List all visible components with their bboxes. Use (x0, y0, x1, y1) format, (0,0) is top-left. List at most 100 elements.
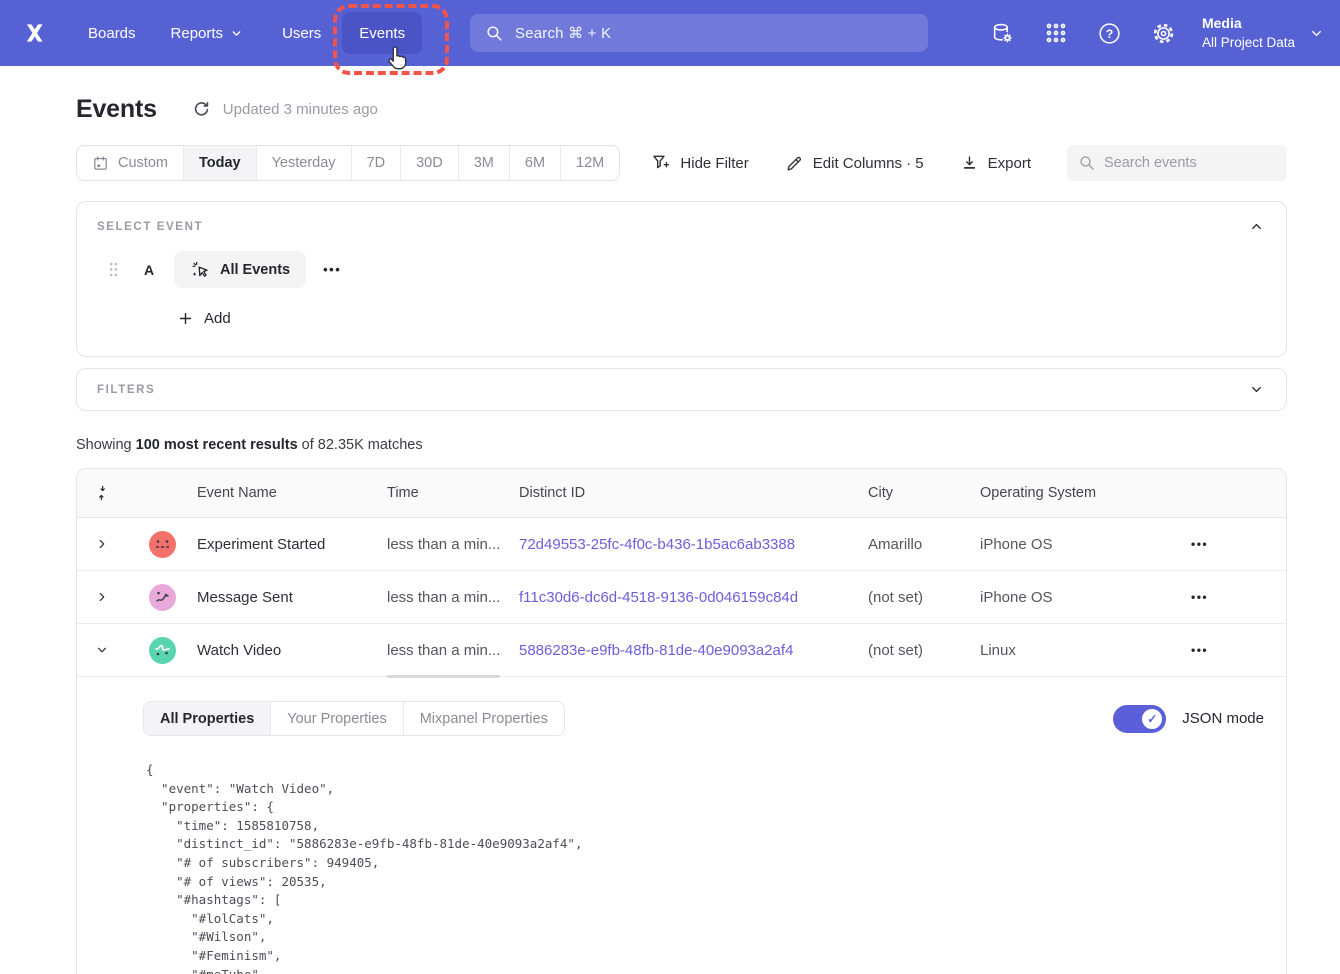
cell-time: less than a min... (387, 642, 519, 659)
event-properties-panel: All Properties Your Properties Mixpanel … (77, 677, 1286, 974)
mixpanel-logo-icon[interactable] (22, 20, 48, 46)
table-header-row: Event Name Time Distinct ID City Operati… (77, 469, 1286, 518)
row-more-icon[interactable]: ••• (1187, 537, 1286, 551)
select-event-card: SELECT EVENT A All Events (76, 201, 1287, 357)
collapse-chevron-up-icon[interactable] (1249, 219, 1264, 234)
search-events-wrap (1067, 145, 1287, 181)
cell-os: Linux (980, 642, 1187, 659)
date-range-12m[interactable]: 12M (561, 146, 619, 180)
search-icon (1078, 154, 1096, 172)
tab-your-properties[interactable]: Your Properties (271, 702, 403, 735)
search-events-input[interactable] (1067, 145, 1287, 181)
title-row: Events Updated 3 minutes ago (76, 95, 1287, 124)
date-range-custom[interactable]: Custom (77, 146, 184, 180)
col-header-distinct-id[interactable]: Distinct ID (519, 485, 868, 501)
row-more-icon[interactable]: ••• (1187, 590, 1286, 604)
global-search-bar[interactable]: Search ⌘ + K (470, 14, 928, 52)
cell-distinct-id-link[interactable]: 72d49553-25fc-4f0c-b436-1b5ac6ab3388 (519, 536, 868, 553)
page-title: Events (76, 95, 157, 124)
nav-item-events-wrap: Events (342, 12, 422, 54)
results-summary-count: 100 most recent results (136, 437, 298, 453)
event-avatar (149, 531, 176, 558)
event-json-view[interactable]: { "event": "Watch Video", "properties": … (143, 761, 1264, 974)
results-summary-suffix: of 82.35K matches (298, 437, 423, 453)
settings-gear-icon[interactable] (1151, 21, 1176, 46)
export-label: Export (988, 155, 1031, 172)
sort-icon[interactable] (77, 484, 127, 502)
toggle-check-icon: ✓ (1141, 708, 1163, 730)
cell-city: (not set) (868, 642, 980, 659)
event-avatar (149, 637, 176, 664)
date-range-30d[interactable]: 30D (401, 146, 459, 180)
table-row: Experiment Started less than a min... 72… (77, 518, 1286, 571)
hide-filter-label: Hide Filter (680, 155, 748, 172)
tab-mixpanel-properties[interactable]: Mixpanel Properties (404, 702, 564, 735)
edit-columns-button[interactable]: Edit Columns · 5 (785, 154, 924, 173)
event-selector-row: A All Events ••• (97, 251, 1264, 288)
updated-status: Updated 3 minutes ago (223, 101, 378, 118)
cell-event-name: Watch Video (197, 642, 387, 659)
collapse-chevron-down-icon[interactable] (77, 643, 127, 657)
cell-city: Amarillo (868, 536, 980, 553)
nav-item-reports-label: Reports (171, 25, 224, 42)
export-button[interactable]: Export (960, 154, 1031, 173)
col-header-event-name[interactable]: Event Name (197, 485, 387, 501)
col-header-time[interactable]: Time (387, 485, 519, 501)
apps-grid-icon[interactable] (1044, 21, 1068, 45)
nav-item-reports[interactable]: Reports (171, 25, 244, 42)
project-name: Media (1202, 14, 1295, 33)
event-avatar (149, 584, 176, 611)
date-range-7d[interactable]: 7D (352, 146, 402, 180)
data-management-icon[interactable] (990, 21, 1015, 46)
event-more-icon[interactable]: ••• (323, 262, 341, 277)
project-chevron-down-icon[interactable] (1309, 26, 1324, 41)
edit-columns-label: Edit Columns · 5 (813, 155, 924, 172)
results-summary: Showing 100 most recent results of 82.35… (76, 437, 1287, 453)
pencil-icon (785, 154, 804, 173)
hand-cursor-icon (384, 46, 408, 70)
json-mode-label: JSON mode (1182, 710, 1264, 727)
col-header-os[interactable]: Operating System (980, 485, 1187, 501)
cell-event-name: Message Sent (197, 589, 387, 606)
event-row-letter: A (144, 262, 156, 278)
table-row: Message Sent less than a min... f11c30d6… (77, 571, 1286, 624)
json-mode-toggle[interactable]: ✓ (1113, 705, 1166, 733)
cell-distinct-id-link[interactable]: f11c30d6-dc6d-4518-9136-0d046159c84d (519, 589, 868, 606)
nav-item-users[interactable]: Users (282, 25, 321, 42)
col-header-city[interactable]: City (868, 485, 980, 501)
row-more-icon[interactable]: ••• (1187, 643, 1286, 657)
plus-icon (177, 310, 194, 327)
expand-chevron-right-icon[interactable] (77, 537, 127, 551)
nav-item-boards[interactable]: Boards (88, 25, 136, 42)
cell-time: less than a min... (387, 536, 519, 553)
global-search-placeholder: Search ⌘ + K (515, 24, 611, 42)
controls-row: Custom Today Yesterday 7D 30D 3M 6M 12M … (76, 145, 1287, 181)
add-event-button[interactable]: Add (177, 310, 231, 327)
drag-handle-icon[interactable] (108, 261, 119, 278)
expand-chevron-right-icon[interactable] (77, 590, 127, 604)
properties-tab-group: All Properties Your Properties Mixpanel … (143, 701, 565, 736)
cell-os: iPhone OS (980, 589, 1187, 606)
cell-city: (not set) (868, 589, 980, 606)
download-icon (960, 154, 979, 173)
date-range-today[interactable]: Today (184, 146, 257, 180)
date-range-3m[interactable]: 3M (459, 146, 510, 180)
calendar-icon (92, 155, 109, 172)
help-icon[interactable]: ? (1097, 21, 1122, 46)
nav-item-events[interactable]: Events (342, 12, 422, 54)
search-icon (485, 24, 504, 43)
date-range-yesterday[interactable]: Yesterday (257, 146, 352, 180)
date-range-6m[interactable]: 6M (510, 146, 561, 180)
hide-filter-button[interactable]: Hide Filter (651, 153, 748, 173)
refresh-icon[interactable] (192, 100, 211, 119)
filters-card[interactable]: FILTERS (76, 368, 1287, 411)
json-mode-control: ✓ JSON mode (1113, 705, 1264, 733)
tab-all-properties[interactable]: All Properties (144, 702, 271, 735)
project-selector[interactable]: Media All Project Data (1202, 14, 1295, 52)
event-selector-button[interactable]: All Events (174, 251, 306, 288)
filters-chevron-down-icon[interactable] (1249, 382, 1264, 397)
table-row-expanded: Watch Video less than a min... 5886283e-… (77, 624, 1286, 677)
cell-event-name: Experiment Started (197, 536, 387, 553)
horizontal-scrollbar-thumb[interactable] (387, 675, 500, 678)
cell-distinct-id-link[interactable]: 5886283e-e9fb-48fb-81de-40e9093a2af4 (519, 642, 868, 659)
